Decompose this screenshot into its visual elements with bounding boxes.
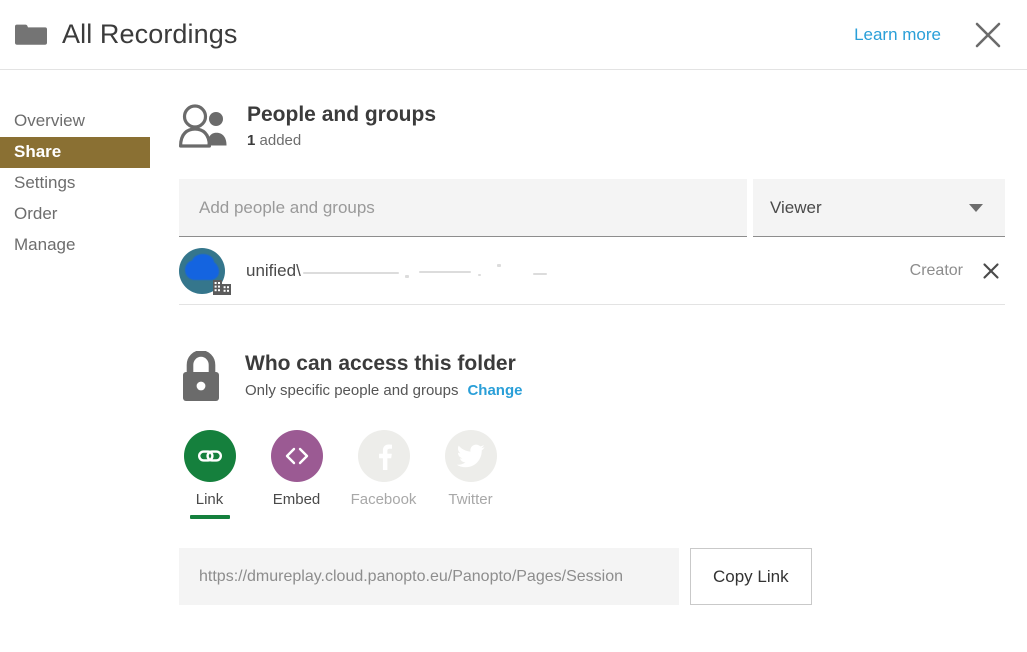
copy-link-button[interactable]: Copy Link bbox=[690, 548, 812, 605]
close-icon bbox=[975, 22, 1001, 47]
share-target-facebook[interactable]: Facebook bbox=[351, 430, 416, 519]
people-count: 1 added bbox=[247, 131, 436, 150]
change-access-link[interactable]: Change bbox=[467, 381, 522, 401]
close-button[interactable] bbox=[971, 18, 1005, 52]
share-target-label: Twitter bbox=[448, 491, 493, 508]
sidebar-nav: Overview Share Settings Order Manage bbox=[0, 70, 150, 652]
share-targets: Link Embed Facebook Twitter bbox=[179, 430, 1005, 519]
close-icon bbox=[983, 262, 999, 279]
access-header: Who can access this folder Only specific… bbox=[179, 350, 1005, 408]
remove-member-button[interactable] bbox=[979, 259, 1003, 283]
share-target-embed[interactable]: Embed bbox=[269, 430, 324, 519]
folder-icon bbox=[15, 24, 47, 45]
facebook-icon bbox=[378, 444, 392, 470]
section-title: People and groups bbox=[247, 103, 437, 126]
active-indicator bbox=[189, 515, 230, 519]
code-icon bbox=[285, 447, 308, 465]
add-people-input[interactable] bbox=[179, 179, 747, 236]
add-people-row: Viewer bbox=[179, 179, 1005, 237]
member-name-prefix: unified\ bbox=[246, 260, 301, 280]
avatar bbox=[179, 247, 231, 295]
role-select[interactable]: Viewer bbox=[753, 179, 1005, 237]
header-left: All Recordings bbox=[14, 19, 854, 50]
member-role: Creator bbox=[909, 261, 963, 279]
member-name-redacted bbox=[301, 261, 551, 279]
embed-circle bbox=[270, 430, 323, 482]
add-people-input-wrap[interactable] bbox=[179, 179, 747, 237]
access-title: Who can access this folder bbox=[245, 352, 516, 375]
facebook-circle bbox=[357, 430, 410, 482]
learn-more-link[interactable]: Learn more bbox=[854, 25, 941, 45]
member-name: unified\ bbox=[246, 261, 910, 281]
access-section: Who can access this folder Only specific… bbox=[179, 350, 1005, 605]
share-target-label: Embed bbox=[272, 491, 321, 508]
access-subtitle-row: Only specific people and groups Change bbox=[245, 381, 522, 401]
share-link-input[interactable] bbox=[179, 548, 679, 605]
main-content: People and groups 1 added Viewer bbox=[150, 70, 1027, 652]
table-row: unified\ Creator bbox=[179, 237, 1005, 305]
lock-icon bbox=[179, 350, 223, 408]
share-dialog: All Recordings Learn more Overview Share… bbox=[0, 0, 1027, 652]
people-count-suffix: added bbox=[255, 132, 302, 149]
link-icon bbox=[197, 450, 222, 462]
share-target-twitter[interactable]: Twitter bbox=[443, 430, 498, 519]
access-text: Who can access this folder Only specific… bbox=[245, 351, 522, 401]
people-and-groups-header: People and groups 1 added bbox=[179, 102, 1005, 153]
share-link-row: Copy Link bbox=[179, 548, 1005, 605]
sidebar-item-manage[interactable]: Manage bbox=[0, 230, 150, 261]
chevron-down-icon bbox=[969, 203, 983, 212]
sidebar-item-settings[interactable]: Settings bbox=[0, 168, 150, 199]
organization-icon bbox=[213, 279, 231, 295]
twitter-icon bbox=[456, 444, 484, 468]
people-and-groups-text: People and groups 1 added bbox=[247, 102, 436, 150]
page-title: All Recordings bbox=[62, 19, 238, 49]
share-target-label: Link bbox=[195, 491, 224, 508]
people-icon bbox=[179, 102, 229, 153]
sidebar-item-overview[interactable]: Overview bbox=[0, 106, 150, 137]
access-subtitle: Only specific people and groups bbox=[245, 382, 459, 399]
dialog-header: All Recordings Learn more bbox=[0, 0, 1027, 70]
sidebar-item-order[interactable]: Order bbox=[0, 199, 150, 230]
header-right: Learn more bbox=[854, 18, 1005, 52]
sidebar-item-share[interactable]: Share bbox=[0, 137, 150, 168]
twitter-circle bbox=[444, 430, 497, 482]
role-select-value: Viewer bbox=[770, 197, 822, 217]
dialog-body: Overview Share Settings Order Manage Peo… bbox=[0, 70, 1027, 652]
share-target-label: Facebook bbox=[350, 491, 417, 508]
link-circle bbox=[183, 430, 236, 482]
share-target-link[interactable]: Link bbox=[182, 430, 237, 519]
